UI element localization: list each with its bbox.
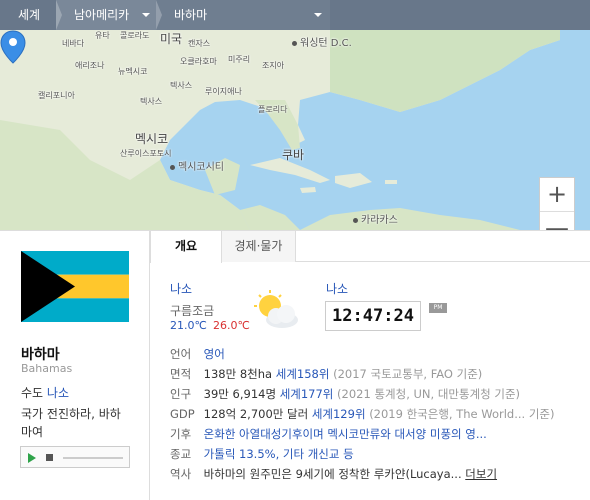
info-note: (2017 국토교통부, FAO 기준) — [333, 367, 483, 381]
info-panel: 개요 경제·물가 나소 구름조금 21.0℃ 26.0℃ 나소 12:47:24… — [150, 230, 590, 500]
info-key: GDP — [170, 407, 195, 421]
map-label-small: 캔자스 — [188, 39, 211, 48]
info-key: 인구 — [170, 387, 192, 401]
ampm-badge: PM — [429, 303, 447, 313]
info-key: 면적 — [170, 367, 192, 381]
info-row-area: 면적 138만 8천ha 세계158위 (2017 국토교통부, FAO 기준) — [170, 364, 585, 384]
info-row-history: 역사 바하마의 원주민은 9세기에 정착한 루카얀(Lucaya... 더보기 — [170, 464, 585, 484]
temp-low: 21.0℃ — [170, 319, 207, 332]
info-value-link[interactable]: 온화한 아열대성기후이며 멕시코만류와 대서양 미풍의 영... — [204, 427, 487, 441]
map-label-mexico: 멕시코 — [135, 132, 169, 146]
country-card: 바하마 Bahamas 수도 나소 국가 전진하라, 바하마여 — [0, 230, 150, 500]
info-row-gdp: GDP 128억 2,700만 달러 세계129위 (2019 한국은행, Th… — [170, 404, 585, 424]
map-label-small: 텍사스 — [170, 81, 193, 90]
breadcrumb-continent-label: 남아메리카 — [74, 8, 130, 22]
info-value: 138만 8천ha — [203, 367, 273, 381]
zoom-control: + — — [539, 177, 575, 230]
info-value: 39만 6,914명 — [203, 387, 277, 401]
info-row-climate: 기후 온화한 아열대성기후이며 멕시코만류와 대서양 미풍의 영... — [170, 424, 585, 444]
temp-high: 26.0℃ — [213, 319, 250, 332]
local-time: 12:47:24 — [325, 301, 421, 331]
country-name-en: Bahamas — [21, 362, 73, 375]
weather-condition: 구름조금 — [170, 304, 215, 318]
breadcrumb-world-label: 세계 — [18, 8, 41, 22]
partly-cloudy-icon — [254, 290, 298, 328]
chevron-down-icon — [142, 13, 150, 17]
map-label-small: 유타 — [95, 31, 110, 40]
map-label-small: 텍사스 — [140, 97, 163, 106]
map-label-small: 조지아 — [262, 61, 285, 70]
weather-city[interactable]: 나소 — [170, 280, 192, 297]
map-label-small: 뉴멕시코 — [118, 67, 148, 76]
info-value: 128억 2,700만 달러 — [203, 407, 309, 421]
map-label-caracas: 카라카스 — [353, 211, 398, 226]
map-label-usa: 미국 — [160, 32, 183, 46]
country-name: 바하마 — [21, 347, 60, 363]
info-rank-link[interactable]: 세계158위 — [276, 367, 330, 381]
map-label-small: 애리조나 — [75, 61, 105, 70]
location-pin-icon[interactable] — [0, 30, 26, 64]
info-rank-link[interactable]: 세계129위 — [312, 407, 366, 421]
info-value: 바하마의 원주민은 9세기에 정착한 루카얀(Lucaya... — [203, 467, 462, 481]
map-label-small: 플로리다 — [258, 105, 288, 114]
map[interactable]: 미국 워싱턴 D.C. 멕시코 멕시코시티 쿠바 카라카스 네바다 유타 콜로라… — [0, 30, 590, 230]
info-row-population: 인구 39만 6,914명 세계177위 (2021 통계청, UN, 대만통계… — [170, 384, 585, 404]
breadcrumb-world[interactable]: 세계 — [0, 0, 62, 30]
tab-bar: 개요 경제·물가 — [150, 231, 590, 263]
map-label-small: 산루이스포토시 — [120, 149, 172, 158]
info-key: 기후 — [170, 427, 192, 441]
map-label-small: 루이지애나 — [205, 87, 242, 96]
info-list: 언어 영어 면적 138만 8천ha 세계158위 (2017 국토교통부, F… — [170, 344, 585, 484]
info-rank-link[interactable]: 세계177위 — [280, 387, 334, 401]
capital-row: 수도 나소 — [21, 384, 69, 401]
info-note: (2021 통계청, UN, 대만통계청 기준) — [337, 387, 521, 401]
map-label-small: 미주리 — [228, 55, 251, 64]
info-value-link[interactable]: 영어 — [204, 347, 225, 361]
stop-icon[interactable] — [46, 454, 53, 461]
info-note: (2019 한국은행, The World... 기준) — [369, 407, 555, 421]
tab-economy[interactable]: 경제·물가 — [222, 231, 296, 262]
bahamas-flag-icon — [21, 251, 129, 322]
anthem-row: 국가 전진하라, 바하마여 — [21, 405, 131, 441]
zoom-out-button[interactable]: — — [540, 212, 574, 230]
tab-overview[interactable]: 개요 — [150, 231, 222, 263]
anthem-player — [20, 446, 130, 468]
map-label-small: 캘리포니아 — [38, 91, 75, 100]
breadcrumb-country-label: 바하마 — [174, 8, 208, 22]
map-label-small: 네바다 — [62, 39, 85, 48]
anthem-label: 국가 — [21, 407, 44, 421]
map-label-mexico-city: 멕시코시티 — [170, 158, 224, 173]
map-label-small: 콜로라도 — [120, 31, 150, 40]
capital-label: 수도 — [21, 386, 44, 400]
map-label-small: 오클라호마 — [180, 57, 217, 66]
info-value-link[interactable]: 가톨릭 13.5%, 기타 개신교 등 — [204, 447, 354, 461]
info-key: 종교 — [170, 447, 192, 461]
more-link[interactable]: 더보기 — [465, 467, 497, 481]
breadcrumb: 세계 남아메리카 바하마 — [0, 0, 590, 30]
breadcrumb-country[interactable]: 바하마 — [156, 0, 330, 30]
breadcrumb-continent[interactable]: 남아메리카 — [56, 0, 162, 30]
map-label-cuba: 쿠바 — [282, 148, 305, 162]
info-key: 역사 — [170, 467, 192, 481]
zoom-in-button[interactable]: + — [540, 178, 574, 212]
capital-link[interactable]: 나소 — [47, 386, 69, 400]
map-label-washington: 워싱턴 D.C. — [292, 34, 352, 49]
chevron-down-icon — [314, 13, 322, 17]
progress-track[interactable] — [63, 457, 123, 459]
clock-city[interactable]: 나소 — [326, 280, 348, 297]
info-key: 언어 — [170, 347, 192, 361]
info-row-language: 언어 영어 — [170, 344, 585, 364]
info-row-religion: 종교 가톨릭 13.5%, 기타 개신교 등 — [170, 444, 585, 464]
play-icon[interactable] — [28, 453, 36, 463]
